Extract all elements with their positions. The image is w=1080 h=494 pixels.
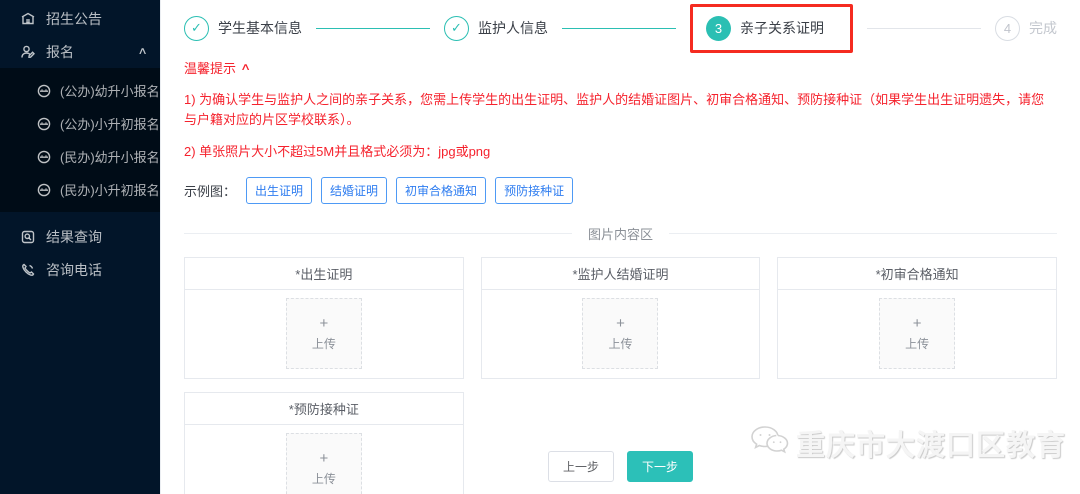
step-connector xyxy=(316,28,430,29)
sidebar-item-phone[interactable]: 咨询电话 xyxy=(0,253,160,286)
step-label: 学生基本信息 xyxy=(218,18,302,38)
upload-card-title: *出生证明 xyxy=(185,258,463,290)
step-complete: 4 完成 xyxy=(995,16,1057,41)
step-number: 4 xyxy=(995,16,1020,41)
sidebar-item-label: 报名 xyxy=(46,42,74,62)
upload-card-title: *初审合格通知 xyxy=(778,258,1056,290)
upload-card-body: + 上传 xyxy=(778,290,1056,378)
step-guardian-info: ✓ 监护人信息 xyxy=(444,16,548,41)
upload-button-marriage-cert[interactable]: + 上传 xyxy=(582,298,658,369)
next-step-button[interactable]: 下一步 xyxy=(627,451,693,482)
sidebar-item-label: (民办)小升初报名 xyxy=(60,180,160,199)
step-label: 亲子关系证明 xyxy=(740,18,824,38)
section-divider: 图片内容区 xyxy=(184,224,1057,243)
upload-card-body: + 上传 xyxy=(185,290,463,378)
upload-card-preliminary-notice: *初审合格通知 + 上传 xyxy=(777,257,1057,379)
upload-card-title: *监护人结婚证明 xyxy=(482,258,760,290)
upload-card-body: + 上传 xyxy=(482,290,760,378)
upload-card-marriage-cert: *监护人结婚证明 + 上传 xyxy=(481,257,761,379)
example-vaccination-cert-button[interactable]: 预防接种证 xyxy=(495,177,573,204)
sidebar-item-label: 结果查询 xyxy=(46,227,102,247)
example-label: 示例图： xyxy=(184,181,236,200)
example-birth-cert-button[interactable]: 出生证明 xyxy=(246,177,312,204)
chevron-up-icon: ∧ xyxy=(137,46,147,57)
app-window: 招生公告 报名 ∧ (公办)幼升小报名 (公办)小升初报名 xyxy=(0,0,1080,494)
upload-label: 上传 xyxy=(608,335,632,352)
collapse-icon: ∧ xyxy=(240,62,251,73)
check-icon: ✓ xyxy=(184,16,209,41)
upload-button-preliminary-notice[interactable]: + 上传 xyxy=(879,298,955,369)
sidebar-item-label: (民办)幼升小报名 xyxy=(60,147,160,166)
upload-card-title: *预防接种证 xyxy=(185,393,463,425)
sidebar-submenu-signup: (公办)幼升小报名 (公办)小升初报名 (民办)幼升小报名 (民办)小升初报名 xyxy=(0,68,160,212)
plus-icon: + xyxy=(319,316,328,331)
signup-icon xyxy=(20,44,36,60)
upload-label: 上传 xyxy=(905,335,929,352)
result-search-icon xyxy=(20,229,36,245)
notice-title-text: 温馨提示 xyxy=(184,58,236,77)
sidebar-item-results[interactable]: 结果查询 xyxy=(0,220,160,253)
face-icon xyxy=(36,182,52,198)
divider-line xyxy=(184,233,572,234)
red-annotation-box: 3 亲子关系证明 xyxy=(690,4,853,53)
sidebar-item-label: 咨询电话 xyxy=(46,260,102,280)
sidebar-item-private-primary[interactable]: (民办)幼升小报名 xyxy=(0,140,160,173)
example-row: 示例图： 出生证明 结婚证明 初审合格通知 预防接种证 xyxy=(184,177,1057,204)
sidebar-item-public-primary[interactable]: (公办)幼升小报名 xyxy=(0,74,160,107)
step-label: 监护人信息 xyxy=(478,18,548,38)
sidebar-item-signup[interactable]: 报名 ∧ xyxy=(0,35,160,68)
prev-step-button[interactable]: 上一步 xyxy=(548,451,614,482)
face-icon xyxy=(36,149,52,165)
example-preliminary-notice-button[interactable]: 初审合格通知 xyxy=(396,177,486,204)
step-number: 3 xyxy=(706,16,731,41)
notice: 温馨提示 ∧ 1) 为确认学生与监护人之间的亲子关系，您需上传学生的出生证明、监… xyxy=(184,58,1057,162)
phone-icon xyxy=(20,262,36,278)
sidebar-item-private-middle[interactable]: (民办)小升初报名 xyxy=(0,173,160,206)
notice-title[interactable]: 温馨提示 ∧ xyxy=(184,58,1057,77)
check-icon: ✓ xyxy=(444,16,469,41)
upload-button-birth-cert[interactable]: + 上传 xyxy=(286,298,362,369)
stepper: ✓ 学生基本信息 ✓ 监护人信息 3 亲子关系证明 4 完成 xyxy=(184,0,1057,56)
step-label: 完成 xyxy=(1029,18,1057,38)
notice-line: 2) 单张照片大小不超过5M并且格式必须为：jpg或png xyxy=(184,142,1057,162)
step-relationship-proof: 3 亲子关系证明 xyxy=(706,16,824,41)
sidebar-item-label: 招生公告 xyxy=(46,9,102,29)
upload-label: 上传 xyxy=(312,335,336,352)
notice-line: 1) 为确认学生与监护人之间的亲子关系，您需上传学生的出生证明、监护人的结婚证图… xyxy=(184,90,1057,129)
step-connector xyxy=(867,28,981,29)
sidebar-item-label: (公办)幼升小报名 xyxy=(60,81,160,100)
example-marriage-cert-button[interactable]: 结婚证明 xyxy=(321,177,387,204)
step-student-info: ✓ 学生基本信息 xyxy=(184,16,302,41)
divider-line xyxy=(669,233,1057,234)
sidebar-item-label: (公办)小升初报名 xyxy=(60,114,160,133)
plus-icon: + xyxy=(913,316,922,331)
announcement-icon xyxy=(20,11,36,27)
face-icon xyxy=(36,83,52,99)
step-connector xyxy=(562,28,676,29)
upload-card-birth-cert: *出生证明 + 上传 xyxy=(184,257,464,379)
footer-actions: 上一步 下一步 xyxy=(161,451,1080,482)
sidebar-item-public-middle[interactable]: (公办)小升初报名 xyxy=(0,107,160,140)
main-content: ✓ 学生基本信息 ✓ 监护人信息 3 亲子关系证明 4 完成 xyxy=(160,0,1080,494)
divider-title: 图片内容区 xyxy=(588,224,653,243)
sidebar: 招生公告 报名 ∧ (公办)幼升小报名 (公办)小升初报名 xyxy=(0,0,160,494)
plus-icon: + xyxy=(616,316,625,331)
face-icon xyxy=(36,116,52,132)
sidebar-item-announcements[interactable]: 招生公告 xyxy=(0,2,160,35)
